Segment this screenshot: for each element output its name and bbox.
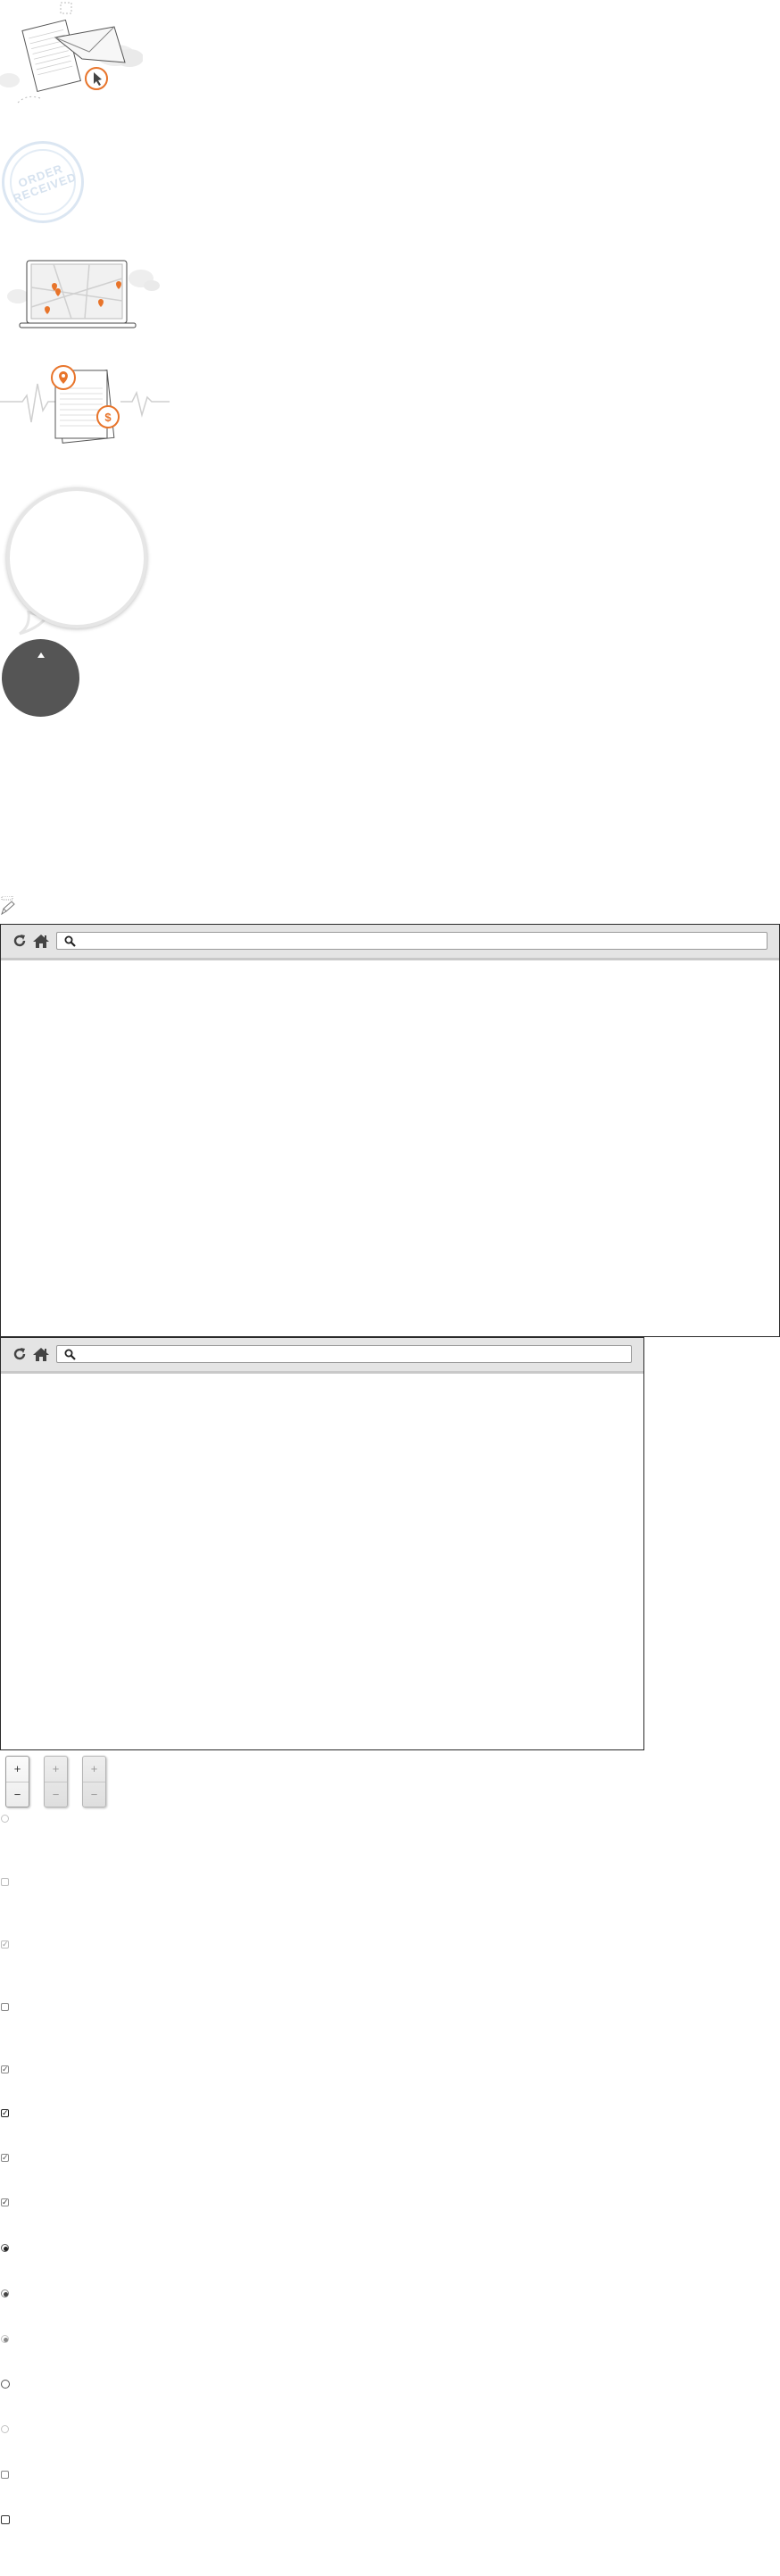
zoom-out-button[interactable]: − bbox=[83, 1782, 105, 1807]
zoom-in-button[interactable]: + bbox=[6, 1757, 29, 1782]
search-icon bbox=[64, 935, 76, 947]
order-received-stamp: ORDER RECEIVED bbox=[2, 141, 84, 223]
checkbox-checked[interactable]: ✓ bbox=[1, 2153, 9, 2162]
browser-window-medium bbox=[0, 1337, 644, 1750]
search-icon bbox=[64, 1349, 76, 1360]
checkmark-icon: ✓ bbox=[2, 1940, 9, 1949]
zoom-control: + − bbox=[5, 1756, 29, 1807]
zoom-out-button[interactable]: − bbox=[6, 1782, 29, 1807]
checkbox-checked[interactable]: ✓ bbox=[1, 2198, 9, 2206]
stamp-text: ORDER RECEIVED bbox=[11, 162, 79, 205]
browser-viewport bbox=[1, 960, 779, 1335]
reload-icon[interactable] bbox=[12, 1346, 28, 1362]
radio-dot-icon bbox=[4, 2292, 8, 2297]
laptop-map-illustration bbox=[7, 260, 160, 328]
browser-window-large bbox=[0, 924, 780, 1337]
arrow-up-icon bbox=[37, 652, 45, 658]
radio-dot-icon bbox=[4, 2247, 8, 2251]
zoom-in-button[interactable]: + bbox=[45, 1757, 67, 1782]
checkbox-checked[interactable]: ✓ bbox=[1, 1940, 9, 1949]
radio-dot-icon bbox=[4, 2338, 8, 2342]
checkbox-checked[interactable]: ✓ bbox=[1, 2065, 9, 2073]
radio-button[interactable] bbox=[1, 1815, 9, 1823]
price-symbol: $ bbox=[104, 411, 112, 424]
document-click-illustration bbox=[0, 2, 143, 104]
checkmark-icon: ✓ bbox=[2, 2065, 9, 2073]
zoom-control-disabled: + − bbox=[82, 1756, 106, 1807]
checkbox[interactable] bbox=[1, 2515, 10, 2524]
home-icon[interactable] bbox=[32, 933, 50, 949]
checkbox[interactable] bbox=[1, 2003, 9, 2011]
address-input[interactable] bbox=[80, 934, 763, 950]
zoom-control-disabled: + − bbox=[44, 1756, 68, 1807]
speech-bubble bbox=[6, 487, 147, 628]
checkmark-icon: ✓ bbox=[2, 2198, 9, 2206]
tooltip-circle bbox=[2, 639, 79, 717]
checkmark-icon: ✓ bbox=[2, 2153, 9, 2162]
address-bar[interactable] bbox=[56, 932, 768, 950]
browser-toolbar bbox=[1, 925, 779, 960]
radio-button-selected[interactable] bbox=[1, 2335, 9, 2343]
pencil-icon bbox=[1, 896, 15, 916]
zoom-in-button[interactable]: + bbox=[83, 1757, 105, 1782]
radio-button[interactable] bbox=[1, 2380, 10, 2389]
radio-button-selected[interactable] bbox=[1, 2244, 9, 2252]
zoom-out-button[interactable]: − bbox=[45, 1782, 67, 1807]
radio-button[interactable] bbox=[1, 2425, 9, 2433]
checkmark-icon: ✓ bbox=[2, 2108, 9, 2117]
browser-toolbar bbox=[1, 1338, 643, 1374]
home-icon[interactable] bbox=[32, 1346, 50, 1362]
checkbox[interactable] bbox=[1, 1878, 9, 1886]
address-bar[interactable] bbox=[56, 1345, 632, 1363]
documents-pin-price-illustration: $ bbox=[0, 365, 170, 444]
radio-button-selected[interactable] bbox=[1, 2289, 9, 2298]
reload-icon[interactable] bbox=[12, 933, 28, 949]
checkbox[interactable] bbox=[1, 2471, 9, 2479]
browser-viewport bbox=[1, 1374, 643, 1749]
checkbox-checked[interactable]: ✓ bbox=[1, 2108, 9, 2117]
address-input[interactable] bbox=[80, 1347, 627, 1363]
